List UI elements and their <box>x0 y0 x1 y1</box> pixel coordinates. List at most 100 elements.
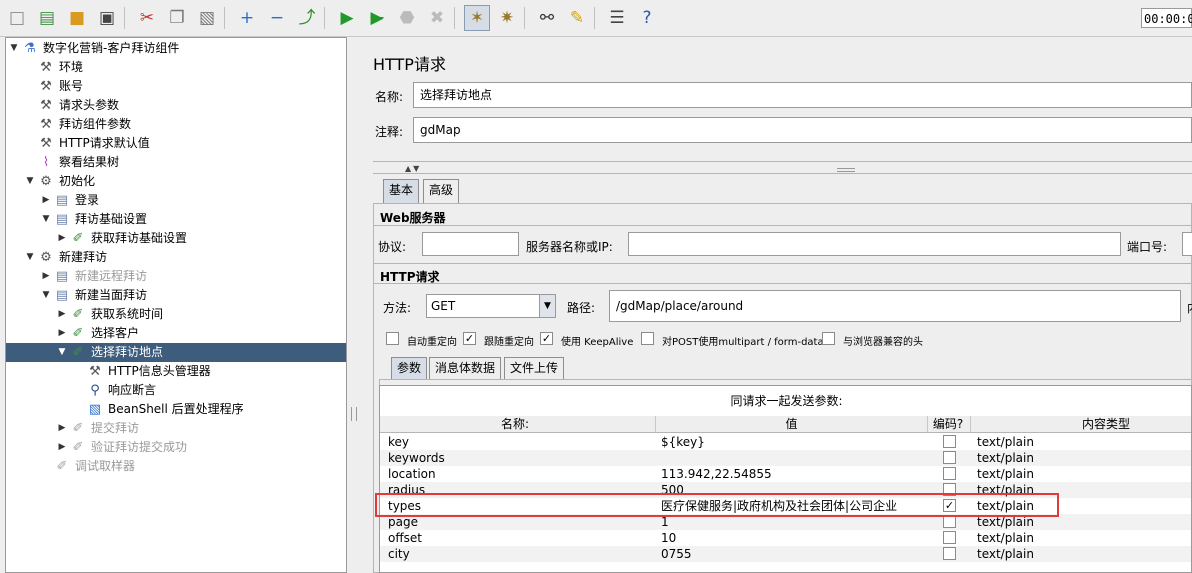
paste-icon[interactable]: ▧ <box>194 5 220 31</box>
param-name[interactable]: city <box>388 546 650 562</box>
tree-node[interactable]: ▶ ▤ 新建远程拜访 <box>6 267 346 286</box>
param-name[interactable]: location <box>388 466 650 482</box>
new-icon[interactable]: □ <box>4 5 30 31</box>
chevron-down-icon[interactable]: ▼ <box>25 248 35 267</box>
tree-node[interactable]: ⚒ 环境 <box>6 58 346 77</box>
param-name[interactable]: keywords <box>388 450 650 466</box>
tree-node[interactable]: ▶ ✐ 提交拜访 <box>6 419 346 438</box>
tree-node[interactable]: ⌇ 察看结果树 <box>6 153 346 172</box>
chevron-right-icon[interactable]: ▶ <box>57 324 67 343</box>
reset-search-icon[interactable]: ✎ <box>564 5 590 31</box>
param-value[interactable]: 113.942,22.54855 <box>661 466 925 482</box>
tree-node[interactable]: ▶ ✐ 获取拜访基础设置 <box>6 229 346 248</box>
help-icon[interactable]: ? <box>634 5 660 31</box>
splitter-grip[interactable] <box>351 407 357 421</box>
encode-checkbox[interactable] <box>943 435 956 448</box>
collapse-icon[interactable]: − <box>264 5 290 31</box>
chevron-down-icon[interactable]: ▼ <box>539 295 555 317</box>
save-icon[interactable]: ▣ <box>94 5 120 31</box>
copy-icon[interactable]: ❐ <box>164 5 190 31</box>
clear-all-icon[interactable]: ✷ <box>494 5 520 31</box>
split-pane-divider[interactable] <box>348 37 360 573</box>
tree-node[interactable]: ⚒ HTTP请求默认值 <box>6 134 346 153</box>
shutdown-icon[interactable]: ✖ <box>424 5 450 31</box>
tab-basic[interactable]: 基本 <box>383 179 420 203</box>
chevron-right-icon[interactable]: ▶ <box>57 229 67 248</box>
tab-advanced[interactable]: 高级 <box>423 179 460 203</box>
test-plan-tree[interactable]: ▼ ⚗ 数字化营销-客户拜访组件 ⚒ 环境 ⚒ 账号 ⚒ 请求头参数 ⚒ 拜访组件参数 ⚒ HTTP请求… <box>5 37 347 573</box>
table-row[interactable]: offset 10 text/plain <box>380 530 1191 546</box>
param-content-type[interactable]: text/plain <box>977 434 1187 450</box>
chevron-right-icon[interactable]: ▶ <box>41 267 51 286</box>
param-name[interactable]: offset <box>388 530 650 546</box>
param-content-type[interactable]: text/plain <box>977 450 1187 466</box>
tree-node[interactable]: ▶ ✐ 获取系统时间 <box>6 305 346 324</box>
search-icon[interactable]: ⚯ <box>534 5 560 31</box>
table-row[interactable]: keywords text/plain <box>380 450 1191 466</box>
method-select[interactable]: GET ▼ <box>426 294 556 318</box>
tree-node[interactable]: ▼ ⚙ 初始化 <box>6 172 346 191</box>
option-checkbox[interactable]: ✓ <box>540 332 553 345</box>
tree-node[interactable]: ⚒ 请求头参数 <box>6 96 346 115</box>
tree-node[interactable]: ▶ ▤ 登录 <box>6 191 346 210</box>
param-value[interactable]: ${key} <box>661 434 925 450</box>
option-checkbox[interactable] <box>641 332 654 345</box>
chevron-down-icon[interactable]: ▼ <box>9 39 19 58</box>
table-row[interactable]: city 0755 text/plain <box>380 546 1191 562</box>
resize-grip[interactable] <box>837 168 855 172</box>
chevron-down-icon[interactable]: ▼ <box>25 172 35 191</box>
tree-node[interactable]: ⚲ 响应断言 <box>6 381 346 400</box>
option-checkbox[interactable]: ✓ <box>463 332 476 345</box>
comment-field[interactable]: gdMap <box>413 117 1192 143</box>
param-content-type[interactable]: text/plain <box>977 466 1187 482</box>
path-field[interactable]: /gdMap/place/around <box>609 290 1181 322</box>
option-checkbox[interactable] <box>386 332 399 345</box>
encode-checkbox[interactable] <box>943 547 956 560</box>
tree-node[interactable]: ⚒ 账号 <box>6 77 346 96</box>
encode-checkbox[interactable] <box>943 451 956 464</box>
server-name-field[interactable] <box>628 232 1121 256</box>
port-field[interactable] <box>1182 232 1192 256</box>
option-checkbox[interactable] <box>822 332 835 345</box>
stop-icon[interactable]: ⬣ <box>394 5 420 31</box>
tree-node[interactable]: ✐ 调试取样器 <box>6 457 346 476</box>
param-value[interactable]: 10 <box>661 530 925 546</box>
start-icon[interactable]: ▶ <box>334 5 360 31</box>
templates-icon[interactable]: ▤ <box>34 5 60 31</box>
encode-checkbox[interactable] <box>943 467 956 480</box>
tree-node[interactable]: ⚒ HTTP信息头管理器 <box>6 362 346 381</box>
clear-icon[interactable]: ✶ <box>464 5 490 31</box>
tab-parameters[interactable]: 参数 <box>391 357 428 379</box>
param-value[interactable]: 0755 <box>661 546 925 562</box>
chevron-down-icon[interactable]: ▼ <box>41 210 51 229</box>
name-field[interactable]: 选择拜访地点 <box>413 82 1192 108</box>
tree-node[interactable]: ▧ BeanShell 后置处理程序 <box>6 400 346 419</box>
protocol-field[interactable] <box>422 232 519 256</box>
tree-node[interactable]: ▼ ▤ 拜访基础设置 <box>6 210 346 229</box>
param-name[interactable]: key <box>388 434 650 450</box>
chevron-right-icon[interactable]: ▶ <box>57 419 67 438</box>
collapse-arrows-icon[interactable]: ▲▼ <box>405 164 421 173</box>
table-row[interactable]: location 113.942,22.54855 text/plain <box>380 466 1191 482</box>
tree-node[interactable]: ▶ ✐ 选择客户 <box>6 324 346 343</box>
expand-icon[interactable]: + <box>234 5 260 31</box>
cut-icon[interactable]: ✂ <box>134 5 160 31</box>
tree-node[interactable]: ▼ ✐ 选择拜访地点 <box>6 343 346 362</box>
chevron-right-icon[interactable]: ▶ <box>41 191 51 210</box>
tab-body-data[interactable]: 消息体数据 <box>429 357 502 379</box>
start-no-pause-icon[interactable]: ▶ <box>364 5 390 31</box>
chevron-down-icon[interactable]: ▼ <box>41 286 51 305</box>
open-icon[interactable]: ■ <box>64 5 90 31</box>
tree-node[interactable]: ▼ ⚗ 数字化营销-客户拜访组件 <box>6 39 346 58</box>
tree-node[interactable]: ▶ ✐ 验证拜访提交成功 <box>6 438 346 457</box>
param-content-type[interactable]: text/plain <box>977 530 1187 546</box>
tree-node[interactable]: ▼ ▤ 新建当面拜访 <box>6 286 346 305</box>
chevron-right-icon[interactable]: ▶ <box>57 438 67 457</box>
encode-checkbox[interactable] <box>943 531 956 544</box>
table-row[interactable]: key ${key} text/plain <box>380 434 1191 450</box>
chevron-down-icon[interactable]: ▼ <box>57 343 67 362</box>
tree-node[interactable]: ▼ ⚙ 新建拜访 <box>6 248 346 267</box>
tree-node[interactable]: ⚒ 拜访组件参数 <box>6 115 346 134</box>
tab-files-upload[interactable]: 文件上传 <box>504 357 565 379</box>
function-helper-icon[interactable]: ☰ <box>604 5 630 31</box>
